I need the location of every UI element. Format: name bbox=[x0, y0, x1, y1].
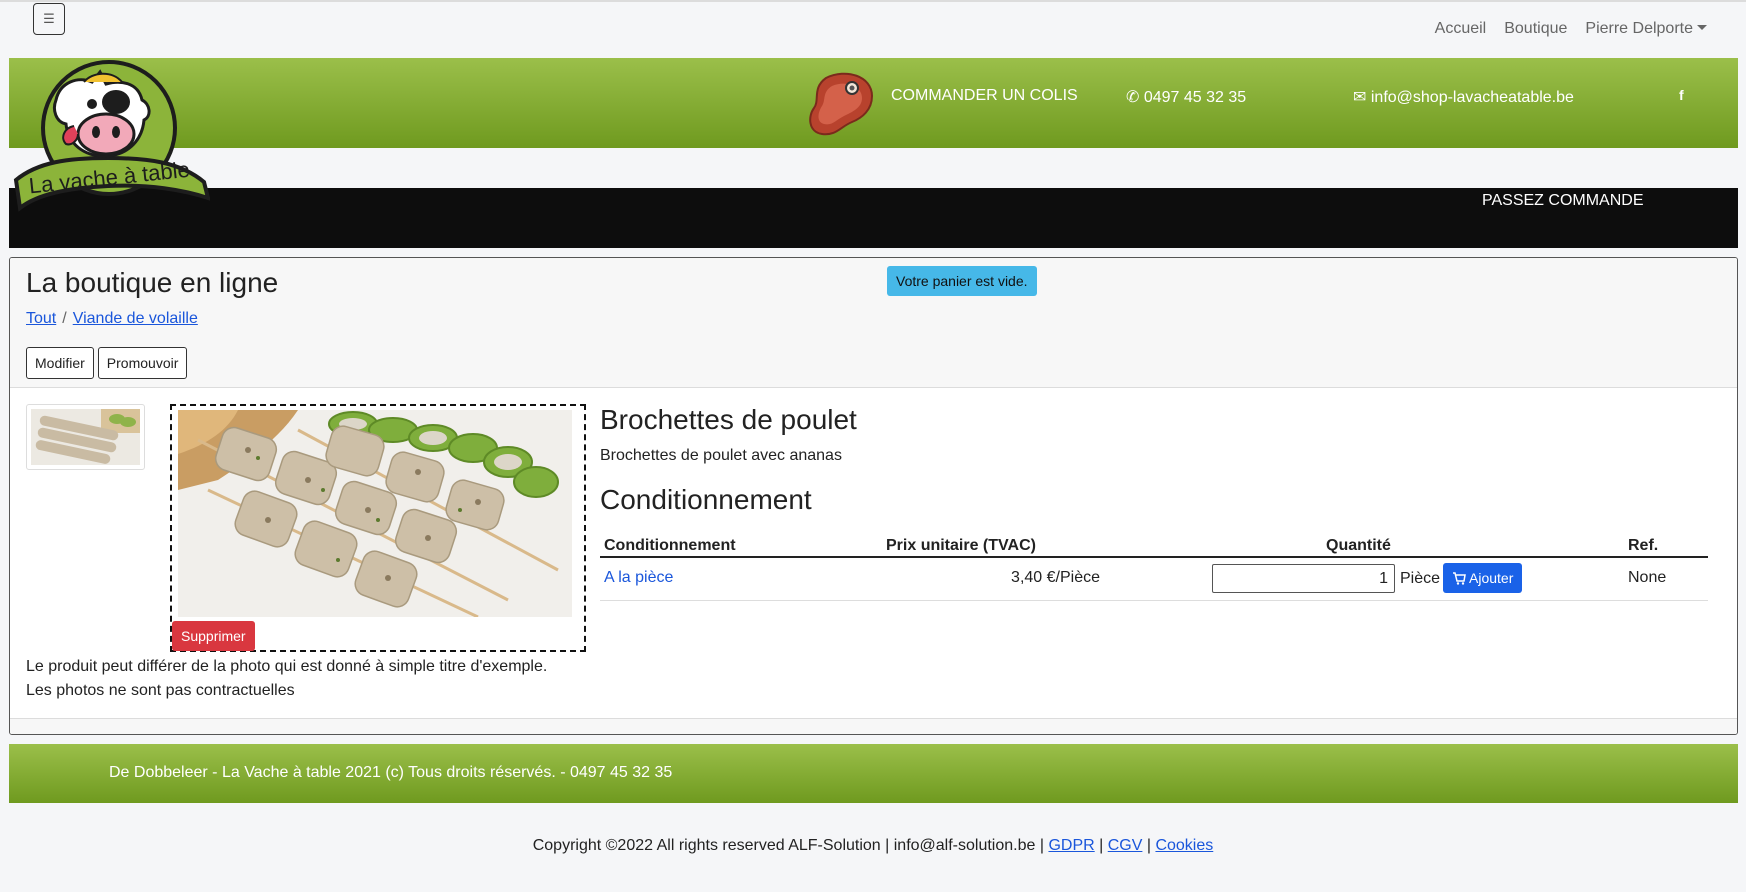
phone-contact: ✆ 0497 45 32 35 bbox=[1126, 87, 1246, 107]
cgv-link[interactable]: CGV bbox=[1108, 837, 1143, 854]
email-contact[interactable]: ✉ info@shop-lavacheatable.be bbox=[1353, 87, 1574, 107]
table-row: A la pièce 3,40 €/Pièce 1 Pièce Ajouter … bbox=[600, 558, 1708, 601]
modify-button[interactable]: Modifier bbox=[26, 347, 94, 379]
shop-card: La boutique en ligne Votre panier est vi… bbox=[9, 257, 1738, 735]
facebook-icon[interactable]: f bbox=[1679, 87, 1684, 103]
shop-card-footer bbox=[10, 718, 1737, 734]
cart-icon bbox=[1453, 571, 1466, 585]
header-packaging: Conditionnement bbox=[604, 537, 736, 554]
chicken-skewers-image bbox=[178, 410, 572, 617]
nav-boutique[interactable]: Boutique bbox=[1504, 20, 1567, 38]
caret-down-icon bbox=[1697, 25, 1707, 30]
menu-toggle-button[interactable]: ☰ bbox=[33, 3, 65, 35]
mail-icon: ✉ bbox=[1353, 89, 1371, 106]
header-black-bar bbox=[9, 188, 1738, 248]
user-name: Pierre Delporte bbox=[1585, 20, 1693, 37]
top-nav: Accueil Boutique Pierre Delporte bbox=[1435, 20, 1707, 38]
product-thumbnail[interactable] bbox=[26, 404, 145, 470]
cookies-link[interactable]: Cookies bbox=[1155, 837, 1213, 854]
table-header: Conditionnement Prix unitaire (TVAC) Qua… bbox=[600, 531, 1708, 558]
top-border bbox=[0, 0, 1746, 2]
hamburger-icon: ☰ bbox=[43, 11, 55, 26]
order-package-link[interactable]: COMMANDER UN COLIS bbox=[891, 87, 1078, 105]
skewer-thumbnail-image bbox=[31, 409, 140, 465]
breadcrumb-category[interactable]: Viande de volaille bbox=[73, 310, 198, 327]
page-title: La boutique en ligne bbox=[26, 267, 279, 298]
place-order-link[interactable]: PASSEZ COMMANDE bbox=[1482, 192, 1644, 210]
delete-photo-button[interactable]: Supprimer bbox=[172, 621, 255, 651]
add-label: Ajouter bbox=[1469, 570, 1514, 586]
logo-la-vache-a-table[interactable]: La vache à table bbox=[8, 58, 210, 214]
admin-buttons: Modifier Promouvoir bbox=[26, 347, 188, 379]
gdpr-link[interactable]: GDPR bbox=[1048, 837, 1094, 854]
header-quantity: Quantité bbox=[1326, 537, 1391, 554]
packaging-link[interactable]: A la pièce bbox=[604, 569, 673, 587]
nav-accueil[interactable]: Accueil bbox=[1435, 20, 1487, 38]
user-menu[interactable]: Pierre Delporte bbox=[1585, 20, 1707, 38]
product-name: Brochettes de poulet bbox=[600, 404, 857, 435]
shop-card-header: La boutique en ligne Votre panier est vi… bbox=[10, 258, 1737, 388]
disclaimer-line-2: Les photos ne sont pas contractuelles bbox=[26, 682, 295, 699]
add-to-cart-button[interactable]: Ajouter bbox=[1443, 563, 1523, 593]
cart-status-badge[interactable]: Votre panier est vide. bbox=[887, 266, 1037, 296]
main-photo-frame[interactable]: Supprimer bbox=[170, 404, 586, 652]
unit-price: 3,40 €/Pièce bbox=[1011, 569, 1100, 586]
packaging-title: Conditionnement bbox=[600, 484, 812, 515]
main-photo bbox=[178, 410, 572, 617]
photo-disclaimer: Le produit peut différer de la photo qui… bbox=[26, 655, 547, 703]
breadcrumb-all[interactable]: Tout bbox=[26, 310, 56, 327]
breadcrumb: Tout / Viande de volaille bbox=[26, 310, 198, 328]
phone-number: 0497 45 32 35 bbox=[1143, 89, 1247, 106]
quantity-input[interactable]: 1 bbox=[1212, 564, 1395, 593]
footer-green-bar: De Dobbeleer - La Vache à table 2021 (c)… bbox=[9, 744, 1738, 803]
header-ref: Ref. bbox=[1628, 537, 1659, 554]
header-unit-price: Prix unitaire (TVAC) bbox=[886, 537, 1036, 554]
promote-button[interactable]: Promouvoir bbox=[97, 347, 188, 379]
reference-value: None bbox=[1628, 569, 1667, 586]
copyright-line: Copyright ©2022 All rights reserved ALF-… bbox=[532, 837, 1214, 854]
phone-icon: ✆ bbox=[1126, 89, 1144, 106]
email-address: info@shop-lavacheatable.be bbox=[1370, 89, 1574, 106]
breadcrumb-separator: / bbox=[62, 310, 67, 327]
disclaimer-line-1: Le produit peut différer de la photo qui… bbox=[26, 658, 548, 675]
footer-text: De Dobbeleer - La Vache à table 2021 (c)… bbox=[109, 764, 673, 781]
steak-icon[interactable] bbox=[806, 70, 876, 138]
product-description: Brochettes de poulet avec ananas bbox=[600, 447, 842, 464]
copyright-text: Copyright ©2022 All rights reserved ALF-… bbox=[532, 837, 1044, 854]
quantity-unit: Pièce bbox=[1400, 570, 1441, 587]
packaging-table: Conditionnement Prix unitaire (TVAC) Qua… bbox=[600, 531, 1708, 601]
